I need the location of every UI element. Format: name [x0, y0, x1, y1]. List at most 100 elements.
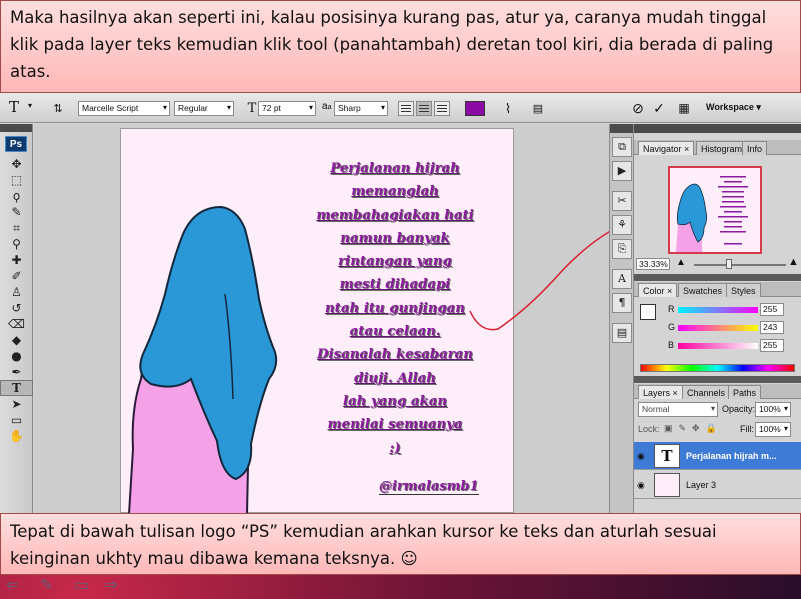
forward-arrow-icon[interactable]: ⇒ [104, 575, 117, 594]
tab-layers[interactable]: Layers × [638, 385, 683, 399]
tab-channels[interactable]: Channels [682, 385, 731, 399]
brush-tool-icon[interactable]: ✐ [0, 268, 33, 284]
mini-bridge-icon[interactable]: ▦ [676, 100, 692, 116]
zoom-input[interactable]: 33.33% [636, 258, 670, 270]
actions-panel-icon[interactable]: ▶ [612, 161, 632, 181]
workspace-menu[interactable]: Workspace ▾ [706, 102, 761, 113]
tools-preset-icon[interactable]: ✂ [612, 191, 632, 211]
character-panel-icon[interactable]: ▤ [530, 101, 546, 117]
healing-brush-tool-icon[interactable]: ✚ [0, 252, 33, 268]
tab-navigator-label: Navigator [643, 144, 682, 154]
chevron-down-icon[interactable]: ▾ [28, 101, 32, 110]
font-family-select[interactable]: Marcelle Script [78, 101, 170, 116]
red-slider[interactable] [678, 307, 758, 313]
poem-line: namun banyak [340, 230, 450, 246]
commit-icon[interactable]: ✓ [651, 100, 667, 116]
blend-mode-select[interactable]: Normal [638, 402, 718, 417]
poem-text[interactable]: Perjalanan hijrah memanglah membahagiakan … [291, 157, 499, 460]
tab-navigator[interactable]: Navigator × [638, 141, 695, 155]
align-left-button[interactable] [398, 101, 414, 116]
zoom-in-icon[interactable]: ▲ [788, 256, 799, 268]
eye-icon[interactable]: ◉ [637, 451, 647, 461]
poem-line: rintangan yang [338, 254, 452, 270]
layer-row-layer3[interactable]: ◉ Layer 3 [634, 471, 801, 499]
tab-layers-label: Layers [643, 388, 671, 398]
font-style-select[interactable]: Regular [174, 101, 234, 116]
dock-grip[interactable] [610, 124, 633, 133]
history-panel-icon[interactable]: ⧉ [612, 137, 632, 157]
warp-text-icon[interactable]: ⌇ [500, 101, 516, 117]
poem-line: Perjalanan hijrah [330, 161, 460, 176]
layer-name[interactable]: Perjalanan hijrah m... [686, 451, 777, 461]
signature-text: @irmalasmb1 [379, 479, 479, 495]
layers-panel-grip[interactable] [634, 376, 801, 383]
history-brush-tool-icon[interactable]: ↺ [0, 300, 33, 316]
type-tool-preset-icon[interactable]: T [6, 99, 22, 115]
clone-stamp-tool-icon[interactable]: ♙ [0, 284, 33, 300]
panels-grip[interactable] [634, 124, 801, 133]
opacity-input[interactable]: 100% [755, 402, 791, 417]
layer-thumbnail-type: T [654, 444, 680, 468]
align-center-button[interactable] [416, 101, 432, 116]
tab-paths[interactable]: Paths [728, 385, 762, 399]
poem-line: memanglah [351, 184, 439, 200]
dodge-tool-icon[interactable]: ● [0, 348, 33, 364]
green-slider[interactable] [678, 325, 758, 331]
pen-icon[interactable]: ✎ [40, 575, 53, 594]
tab-histogram[interactable]: Histogram [696, 141, 748, 155]
tab-styles[interactable]: Styles [726, 283, 761, 297]
anti-alias-select[interactable]: Sharp [334, 101, 388, 116]
caption-bottom: Tepat di bawah tulisan logo “PS” kemudia… [0, 513, 801, 575]
document-canvas[interactable]: Perjalanan hijrah memanglah membahagiakan … [120, 128, 514, 513]
eraser-tool-icon[interactable]: ⌫ [0, 316, 33, 332]
green-channel-row: G 243 [668, 321, 784, 334]
color-ramp[interactable] [640, 364, 795, 372]
cancel-icon[interactable]: ⊘ [630, 100, 646, 116]
move-tool-icon[interactable]: ✥ [0, 156, 33, 172]
zoom-out-icon[interactable]: ▲ [676, 257, 686, 268]
panel-dock: ⧉ ▶ ✂ ⚘ ⎘ A ¶ ▤ [609, 124, 633, 513]
foreground-color-swatch[interactable] [640, 304, 656, 320]
tab-color-label: Color [643, 286, 665, 296]
navigator-thumbnail[interactable] [668, 166, 762, 254]
zoom-slider[interactable] [694, 264, 786, 266]
crop-tool-icon[interactable]: ⌗ [0, 220, 33, 236]
blue-label: B [668, 340, 675, 350]
marquee-tool-icon[interactable]: ⬚ [0, 172, 33, 188]
color-panel-grip[interactable] [634, 274, 801, 281]
shape-tool-icon[interactable]: ▭ [0, 412, 33, 428]
pen-tool-icon[interactable]: ✒ [0, 364, 33, 380]
zoom-slider-knob[interactable] [726, 259, 732, 269]
red-value[interactable]: 255 [760, 303, 784, 316]
back-arrow-icon[interactable]: ⇐ [6, 575, 19, 594]
tab-info[interactable]: Info [742, 141, 768, 155]
hand-tool-icon[interactable]: ✋ [0, 428, 33, 444]
clone-source-icon[interactable]: ⎘ [612, 239, 632, 259]
eye-icon[interactable]: ◉ [637, 480, 647, 490]
brush-presets-icon[interactable]: ⚘ [612, 215, 632, 235]
toolbox-grip[interactable] [0, 124, 32, 132]
font-size-select[interactable]: 72 pt [258, 101, 316, 116]
align-right-button[interactable] [434, 101, 450, 116]
text-orientation-icon[interactable]: ⇅ [50, 101, 66, 117]
paragraph-icon[interactable]: ¶ [612, 293, 632, 313]
eyedropper-tool-icon[interactable]: ⚲ [0, 236, 33, 252]
layer-row-text[interactable]: ◉ T Perjalanan hijrah m... [634, 442, 801, 470]
tab-color[interactable]: Color × [638, 283, 678, 297]
type-tool-icon[interactable]: T [0, 380, 33, 396]
menu-icon[interactable]: ▭ [74, 575, 89, 594]
path-selection-tool-icon[interactable]: ➤ [0, 396, 33, 412]
fill-input[interactable]: 100% [755, 422, 791, 437]
magic-wand-tool-icon[interactable]: ✎ [0, 204, 33, 220]
text-color-swatch[interactable] [465, 101, 485, 116]
tab-swatches[interactable]: Swatches [678, 283, 728, 297]
notes-icon[interactable]: ▤ [612, 323, 632, 343]
blue-slider[interactable] [678, 343, 758, 349]
blue-value[interactable]: 255 [760, 339, 784, 352]
character-icon[interactable]: A [612, 269, 632, 289]
paint-bucket-tool-icon[interactable]: ◆ [0, 332, 33, 348]
green-value[interactable]: 243 [760, 321, 784, 334]
lasso-tool-icon[interactable]: ϙ [0, 188, 33, 204]
lock-icons[interactable]: ▣✎✥🔒 [664, 423, 723, 434]
layer-name[interactable]: Layer 3 [686, 480, 716, 490]
